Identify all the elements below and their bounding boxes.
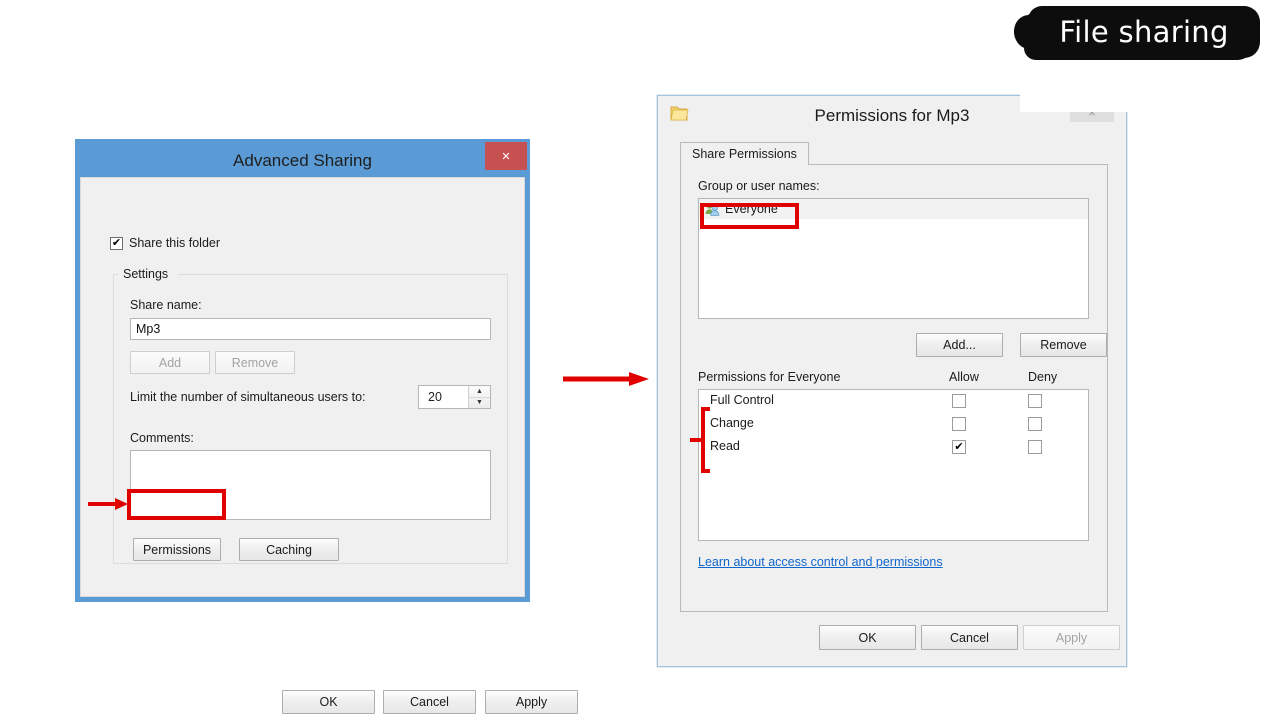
remove-button[interactable]: Remove (1020, 333, 1107, 357)
annotation-arrow-between-dialogs (563, 372, 649, 386)
share-name-label: Share name: (130, 298, 202, 312)
permissions-button[interactable]: Permissions (133, 538, 221, 561)
stepper-arrows[interactable]: ▲ ▼ (468, 386, 490, 408)
permissions-dialog: Permissions for Mp3 × Share Permissions … (657, 95, 1127, 667)
cancel-button[interactable]: Cancel (383, 690, 476, 714)
add-button[interactable]: Add (130, 351, 210, 374)
permissions-table: Full Control Change Read ✔ (698, 389, 1089, 541)
annotation-bracket-permission-rows (690, 407, 710, 473)
permission-label: Change (710, 416, 754, 430)
cancel-button[interactable]: Cancel (921, 625, 1018, 650)
share-this-folder-row[interactable]: ✔ Share this folder (110, 236, 220, 250)
apply-button[interactable]: Apply (485, 690, 578, 714)
banner-backdrop (1020, 60, 1270, 112)
permission-label: Read (710, 439, 740, 453)
share-permissions-tab-page: Group or user names: Everyone Add... Rem… (680, 165, 1108, 612)
ok-button[interactable]: OK (819, 625, 916, 650)
deny-checkbox[interactable] (1028, 394, 1042, 408)
add-button[interactable]: Add... (916, 333, 1003, 357)
deny-checkbox[interactable] (1028, 440, 1042, 454)
permission-label: Full Control (710, 393, 774, 407)
share-name-input[interactable]: Mp3 (130, 318, 491, 340)
list-item-label: Everyone (725, 202, 778, 216)
users-group-icon (705, 203, 720, 216)
list-item[interactable]: Everyone (699, 199, 1088, 219)
folder-icon (670, 106, 689, 121)
simultaneous-users-value[interactable]: 20 (419, 386, 468, 408)
simultaneous-users-stepper[interactable]: 20 ▲ ▼ (418, 385, 491, 409)
stepper-down-icon[interactable]: ▼ (469, 396, 490, 409)
permissions-panel: Share Permissions Group or user names: E… (680, 142, 1108, 612)
stepper-up-icon[interactable]: ▲ (469, 386, 490, 397)
comments-label: Comments: (130, 431, 194, 445)
apply-button[interactable]: Apply (1023, 625, 1120, 650)
permissions-for-everyone-label: Permissions for Everyone (698, 370, 841, 384)
annotation-arrow-to-permissions (88, 498, 128, 510)
permissions-dialog-title: Permissions for Mp3 (814, 106, 970, 125)
deny-checkbox[interactable] (1028, 417, 1042, 431)
table-row[interactable]: Change (699, 413, 1088, 436)
advanced-sharing-body: ✔ Share this folder Settings Share name:… (80, 177, 525, 597)
advanced-sharing-dialog: Advanced Sharing × ✔ Share this folder S… (75, 139, 578, 714)
close-icon[interactable]: × (485, 142, 527, 170)
group-or-user-names-list[interactable]: Everyone (698, 198, 1089, 319)
settings-group-label: Settings (119, 267, 173, 281)
allow-checkbox[interactable] (952, 394, 966, 408)
share-this-folder-label: Share this folder (129, 236, 221, 250)
remove-button[interactable]: Remove (215, 351, 295, 374)
simultaneous-users-label: Limit the number of simultaneous users t… (130, 390, 366, 404)
allow-checkbox[interactable] (952, 417, 966, 431)
learn-about-access-control-link[interactable]: Learn about access control and permissio… (698, 555, 943, 569)
table-row[interactable]: Full Control (699, 390, 1088, 413)
deny-column-header: Deny (1028, 370, 1058, 384)
screenshot-root: Advanced Sharing × ✔ Share this folder S… (0, 0, 1280, 720)
table-row[interactable]: Read ✔ (699, 436, 1088, 459)
share-this-folder-checkbox[interactable]: ✔ (110, 236, 123, 250)
brand-banner: File sharing (1028, 6, 1260, 58)
advanced-sharing-titlebar: Advanced Sharing × (80, 142, 527, 177)
tabstrip: Share Permissions (680, 142, 1108, 166)
caching-button[interactable]: Caching (239, 538, 339, 561)
allow-checkbox[interactable]: ✔ (952, 440, 966, 454)
group-or-user-names-label: Group or user names: (698, 179, 820, 193)
brand-banner-text: File sharing (1059, 15, 1229, 49)
advanced-sharing-title: Advanced Sharing (233, 150, 372, 170)
tab-share-permissions[interactable]: Share Permissions (680, 142, 809, 166)
comments-input[interactable] (130, 450, 491, 520)
ok-button[interactable]: OK (282, 690, 375, 714)
allow-column-header: Allow (949, 370, 979, 384)
